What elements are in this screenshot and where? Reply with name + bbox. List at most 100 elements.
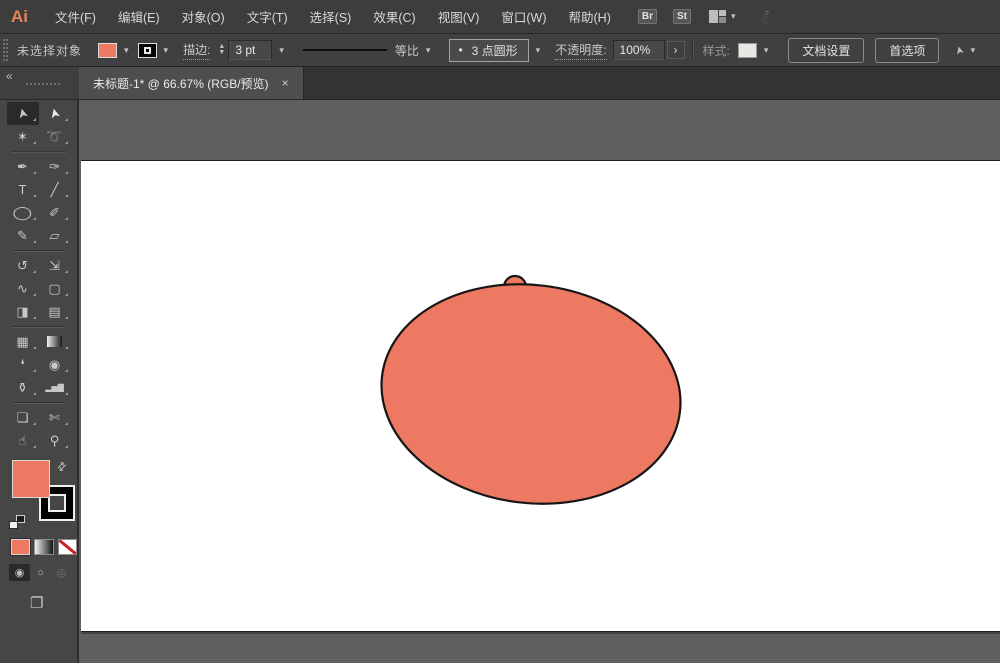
brush-select[interactable]: • 3 点圆形 [449, 39, 528, 62]
pen-tool[interactable]: ✒ [7, 155, 39, 178]
fill-color-swatch[interactable] [98, 43, 117, 58]
fill-proxy-swatch[interactable] [12, 460, 50, 498]
tools-panel-header: « [0, 67, 79, 99]
tools-grid: ➤ ➤ ✶ ➰ ✒ ✑ T ╱ ◯ ✐ ✎ ▱ ↺ ⇲ ∿ ▢ ◨ ▤ [0, 100, 77, 452]
style-swatch[interactable] [738, 43, 757, 58]
selection-tool-icon: ➤ [15, 107, 30, 121]
width-icon: ∿ [17, 282, 28, 295]
type-tool[interactable]: T [7, 178, 39, 201]
gradient-button[interactable] [34, 539, 53, 555]
stroke-color-swatch[interactable] [138, 43, 157, 58]
document-tab-title: 未标题-1* @ 66.67% (RGB/预览) [93, 75, 269, 92]
tools-panel: ➤ ➤ ✶ ➰ ✒ ✑ T ╱ ◯ ✐ ✎ ▱ ↺ ⇲ ∿ ▢ ◨ ▤ [0, 100, 79, 663]
slice-tool[interactable]: ✄ [39, 406, 71, 429]
brush-bullet: • [458, 43, 462, 57]
pencil-tool[interactable]: ✎ [7, 224, 39, 247]
menu-edit[interactable]: 编辑(E) [107, 0, 171, 33]
draw-behind-mode[interactable]: ○ [30, 564, 51, 581]
free-transform-tool[interactable]: ▢ [39, 277, 71, 300]
ellipse-icon: ◯ [13, 206, 33, 219]
fill-chevron-icon[interactable]: ▾ [119, 41, 134, 60]
width-profile-preview [303, 49, 387, 51]
document-setup-button[interactable]: 文档设置 [788, 38, 864, 63]
width-tool[interactable]: ∿ [7, 277, 39, 300]
line-segment-tool[interactable]: ╱ [39, 178, 71, 201]
panel-drag-grip[interactable] [26, 83, 60, 85]
screen-mode-icon: ❐ [30, 595, 43, 612]
perspective-grid-tool[interactable]: ▤ [39, 300, 71, 323]
menu-help[interactable]: 帮助(H) [558, 0, 622, 33]
pencil-icon: ✎ [17, 229, 28, 242]
eyedropper-tool[interactable]: ❛ [7, 353, 39, 376]
artboard-tool[interactable]: ❏ [7, 406, 39, 429]
menu-object[interactable]: 对象(O) [171, 0, 236, 33]
canvas-pasteboard[interactable] [81, 100, 1000, 663]
collapse-panel-icon[interactable]: « [6, 69, 13, 83]
stroke-chevron-icon[interactable]: ▾ [159, 41, 174, 60]
hand-tool[interactable]: ☝ [7, 429, 39, 452]
ellipse-shape[interactable] [371, 268, 691, 513]
menu-file[interactable]: 文件(F) [44, 0, 107, 33]
divider [692, 40, 694, 60]
opacity-input[interactable]: 100% [613, 40, 665, 60]
rotate-tool[interactable]: ↺ [7, 254, 39, 277]
stock-button[interactable]: St [673, 9, 691, 24]
rotate-icon: ↺ [17, 259, 28, 272]
control-bar: 未选择对象 ▾ ▾ 描边: ▲ ▼ 3 pt ▾ 等比 ▾ • 3 点圆形 ▾ … [0, 34, 1000, 67]
drawing-modes: ◉ ○ ◎ [9, 564, 77, 581]
menu-type[interactable]: 文字(T) [236, 0, 299, 33]
control-bar-grip[interactable] [3, 39, 8, 61]
opacity-expand-button[interactable]: › [667, 41, 685, 59]
column-graph-tool[interactable]: ▂▅▇ [39, 376, 71, 399]
illustrator-window: Ai 文件(F) 编辑(E) 对象(O) 文字(T) 选择(S) 效果(C) 视… [0, 0, 1000, 663]
color-button[interactable] [11, 539, 30, 555]
menu-select[interactable]: 选择(S) [299, 0, 363, 33]
style-chevron-icon[interactable]: ▾ [759, 41, 774, 60]
gradient-tool[interactable] [39, 330, 71, 353]
screen-mode-button[interactable]: ❐ [30, 594, 77, 612]
stroke-panel-link[interactable]: 描边: [183, 41, 210, 60]
zoom-tool[interactable]: ⚲ [39, 429, 71, 452]
blend-tool[interactable]: ◉ [39, 353, 71, 376]
pen-icon: ✒ [17, 160, 28, 173]
draw-normal-mode[interactable]: ◉ [9, 564, 30, 581]
ellipse-tool[interactable]: ◯ [7, 201, 39, 224]
cs-live-icon: ☄ [755, 6, 773, 26]
tools-separator [7, 323, 71, 330]
shape-builder-tool[interactable]: ◨ [7, 300, 39, 323]
step-down-icon[interactable]: ▼ [218, 50, 225, 56]
paintbrush-tool[interactable]: ✐ [39, 201, 71, 224]
bridge-button[interactable]: Br [638, 9, 657, 24]
pointer-icon: ➤ [953, 44, 968, 56]
scale-tool[interactable]: ⇲ [39, 254, 71, 277]
opacity-panel-link[interactable]: 不透明度: [555, 41, 606, 60]
brush-chevron-icon[interactable]: ▾ [531, 41, 546, 60]
magic-wand-tool[interactable]: ✶ [7, 125, 39, 148]
width-profile-chevron-icon[interactable]: ▾ [421, 41, 436, 60]
select-similar-options[interactable]: ➤ ▾ [955, 44, 975, 57]
stroke-weight-stepper[interactable]: ▲ ▼ [218, 44, 225, 56]
eraser-tool[interactable]: ▱ [39, 224, 71, 247]
menu-window[interactable]: 窗口(W) [490, 0, 557, 33]
close-icon[interactable]: × [282, 76, 289, 90]
workspace-switcher[interactable]: ▾ [709, 10, 736, 23]
symbol-sprayer-tool[interactable]: ⚱ [7, 376, 39, 399]
document-tab[interactable]: 未标题-1* @ 66.67% (RGB/预览) × [79, 67, 304, 99]
app-logo[interactable]: Ai [11, 7, 28, 27]
none-button[interactable] [58, 539, 77, 555]
swap-fill-stroke-icon[interactable]: ⇄ [54, 459, 70, 475]
menu-view[interactable]: 视图(V) [427, 0, 491, 33]
stroke-weight-input[interactable]: 3 pt [228, 40, 272, 60]
mesh-tool[interactable]: ▦ [7, 330, 39, 353]
width-profile-label: 等比 [395, 42, 419, 59]
default-fill-stroke-icon[interactable] [9, 515, 25, 529]
direct-selection-tool[interactable]: ➤ [39, 102, 71, 125]
curvature-tool[interactable]: ✑ [39, 155, 71, 178]
preferences-button[interactable]: 首选项 [875, 38, 939, 63]
selection-tool[interactable]: ➤ [7, 102, 39, 125]
menu-effect[interactable]: 效果(C) [362, 0, 426, 33]
stroke-weight-chevron-icon[interactable]: ▾ [274, 41, 289, 60]
symbol-sprayer-icon: ⚱ [17, 381, 28, 394]
lasso-tool[interactable]: ➰ [39, 125, 71, 148]
eraser-icon: ▱ [50, 229, 60, 242]
